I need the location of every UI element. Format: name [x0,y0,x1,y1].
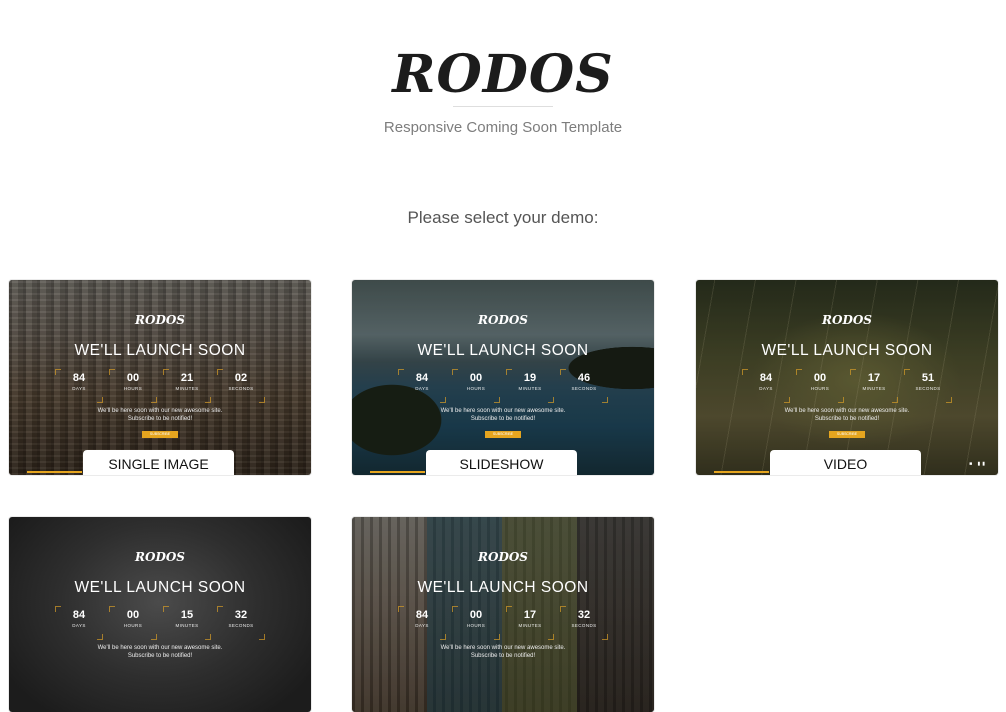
preview-brand: RODOS [135,550,185,564]
demo-label[interactable]: VIDEO [770,450,921,475]
countdown-minutes: 21 MINUTES [163,369,211,403]
site-logo[interactable]: RODOS [0,40,1006,110]
countdown-seconds: 32 SECONDS [217,606,265,640]
preview-headline: WE'LL LAUNCH SOON [761,342,933,359]
preview-brand: RODOS [478,550,528,564]
demo-card-slideshow[interactable]: RODOS WE'LL LAUNCH SOON 84 DAYS 00 HOURS 1… [352,280,654,475]
countdown-seconds: 02 SECONDS [217,369,265,403]
countdown-days: 84 DAYS [398,369,446,403]
preview-headline: WE'LL LAUNCH SOON [74,579,246,596]
preview-subscribe-button: SUBSCRIBE [829,431,865,438]
demo-card-dark[interactable]: RODOS WE'LL LAUNCH SOON 84 DAYS 00 HOURS 1… [9,517,311,712]
countdown-hours: 00 HOURS [109,606,157,640]
preview-brand: RODOS [822,313,872,327]
preview-subscribe-button: SUBSCRIBE [142,431,178,438]
countdown-hours: 00 HOURS [452,369,500,403]
preview-text: We'll be here soon with our new awesome … [97,645,223,659]
preview-text: We'll be here soon with our new awesome … [784,408,910,422]
countdown-seconds: 51 SECONDS [904,369,952,403]
countdown-minutes: 17 MINUTES [850,369,898,403]
preview-headline: WE'LL LAUNCH SOON [417,579,589,596]
preview-subscribe-button: SUBSCRIBE [485,431,521,438]
demo-card-mixed[interactable]: RODOS WE'LL LAUNCH SOON 84 DAYS 00 HOURS 1… [352,517,654,712]
demo-card-video[interactable]: RODOS WE'LL LAUNCH SOON 84 DAYS 00 HOURS 1… [696,280,998,475]
countdown-minutes: 17 MINUTES [506,606,554,640]
countdown-hours: 00 HOURS [452,606,500,640]
select-demo-prompt: Please select your demo: [407,208,599,227]
preview-progress-bar [27,471,82,473]
demo-label[interactable]: SLIDESHOW [426,450,577,475]
preview-progress-bar [370,471,425,473]
countdown-hours: 00 HOURS [109,369,157,403]
preview-headline: WE'LL LAUNCH SOON [74,342,246,359]
preview-headline: WE'LL LAUNCH SOON [417,342,589,359]
preview-countdown: 84 DAYS 00 HOURS 19 MINUTES 46 SECONDS [398,369,608,403]
demo-card-single-image[interactable]: RODOS WE'LL LAUNCH SOON 84 DAYS 00 HOURS 2… [9,280,311,475]
countdown-seconds: 32 SECONDS [560,606,608,640]
countdown-days: 84 DAYS [742,369,790,403]
preview-text: We'll be here soon with our new awesome … [440,645,566,659]
demo-label[interactable]: SINGLE IMAGE [83,450,234,475]
countdown-days: 84 DAYS [55,369,103,403]
preview-countdown: 84 DAYS 00 HOURS 21 MINUTES 02 SECONDS [55,369,265,403]
preview-countdown: 84 DAYS 00 HOURS 17 MINUTES 32 SECONDS [398,606,608,640]
logo-divider [453,106,553,107]
countdown-hours: 00 HOURS [796,369,844,403]
countdown-minutes: 19 MINUTES [506,369,554,403]
preview-countdown: 84 DAYS 00 HOURS 17 MINUTES 51 SECONDS [742,369,952,403]
preview-brand: RODOS [478,313,528,327]
countdown-days: 84 DAYS [55,606,103,640]
video-controls-icon: ■ ▮▮ [969,461,987,467]
preview-text: We'll be here soon with our new awesome … [440,408,566,422]
preview-progress-bar [714,471,769,473]
preview-text: We'll be here soon with our new awesome … [97,408,223,422]
countdown-minutes: 15 MINUTES [163,606,211,640]
tagline: Responsive Coming Soon Template [383,119,623,136]
preview-countdown: 84 DAYS 00 HOURS 15 MINUTES 32 SECONDS [55,606,265,640]
preview-brand: RODOS [135,313,185,327]
countdown-seconds: 46 SECONDS [560,369,608,403]
countdown-days: 84 DAYS [398,606,446,640]
